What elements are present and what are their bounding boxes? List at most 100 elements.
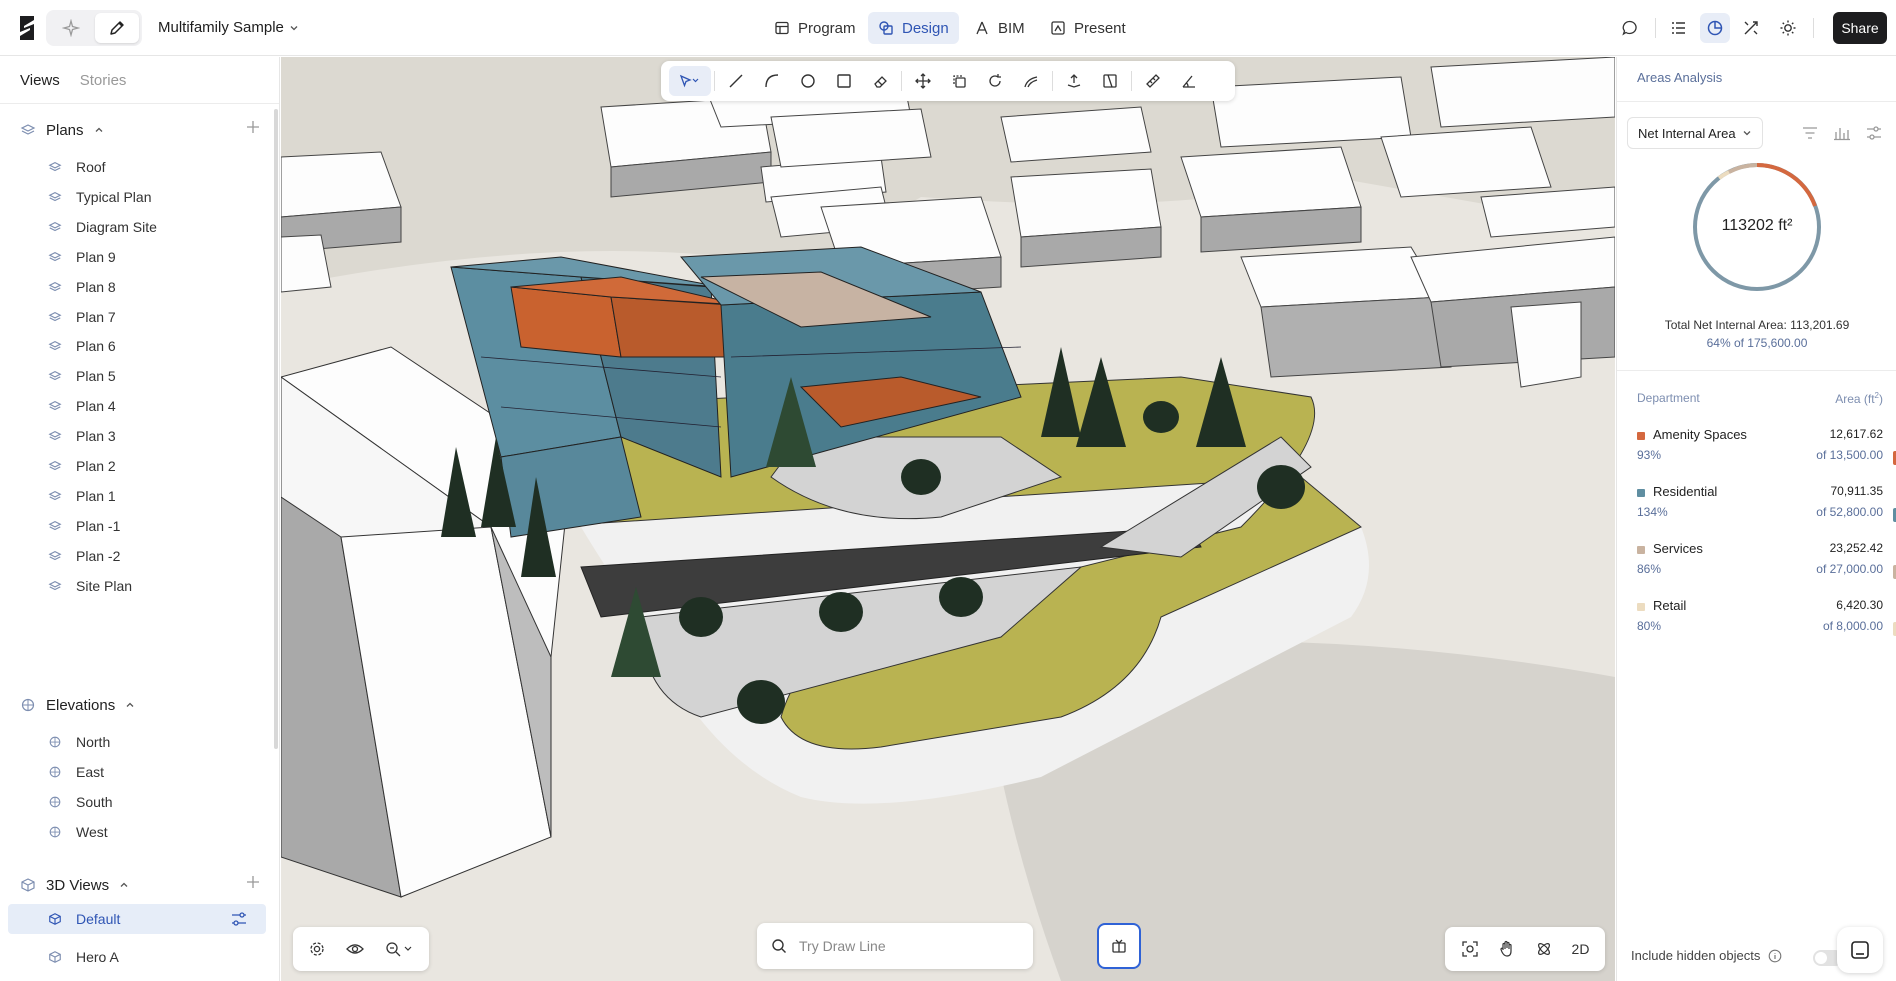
list-view-button[interactable] bbox=[1667, 16, 1691, 40]
plan-item[interactable]: Plan 6 bbox=[48, 331, 266, 361]
plan-item[interactable]: Plan 8 bbox=[48, 272, 266, 302]
present-icon bbox=[1051, 21, 1065, 35]
share-button[interactable]: Share bbox=[1833, 12, 1887, 44]
list-icon bbox=[1672, 22, 1685, 34]
offset-tool-button[interactable] bbox=[1013, 66, 1049, 96]
department-target: of 52,800.00 bbox=[1816, 505, 1883, 519]
rectangle-icon bbox=[837, 74, 851, 88]
plan-item[interactable]: Roof bbox=[48, 152, 266, 182]
tab-program[interactable]: Program bbox=[764, 12, 866, 44]
layers-icon bbox=[48, 311, 62, 321]
elevation-item-label: South bbox=[76, 794, 113, 810]
donut-total-label: 113202 ft² bbox=[1721, 217, 1793, 234]
plan-item[interactable]: Plan 3 bbox=[48, 421, 266, 451]
plan-item[interactable]: Plan 9 bbox=[48, 242, 266, 272]
analysis-button[interactable] bbox=[1700, 13, 1730, 43]
info-icon[interactable] bbox=[1768, 949, 1782, 963]
project-title: Multifamily Sample bbox=[158, 19, 284, 36]
department-percent: 134% bbox=[1637, 505, 1668, 519]
3d-scene[interactable] bbox=[281, 57, 1615, 981]
design-icon bbox=[879, 21, 893, 35]
project-title-dropdown[interactable]: Multifamily Sample bbox=[158, 19, 299, 36]
arc-tool-button[interactable] bbox=[754, 66, 790, 96]
view-item-hero-a[interactable]: Hero A bbox=[48, 942, 266, 972]
elevation-item[interactable]: East bbox=[48, 757, 266, 787]
elevation-item[interactable]: South bbox=[48, 787, 266, 817]
split-tool-button[interactable] bbox=[1092, 66, 1128, 96]
department-row[interactable]: Retail 80% 6,420.30 of 8,000.00 bbox=[1637, 598, 1883, 638]
target-icon bbox=[21, 698, 35, 712]
split-icon bbox=[1103, 74, 1117, 88]
section-elevations[interactable]: Elevations bbox=[20, 693, 260, 717]
screenshot-icon[interactable] bbox=[1461, 940, 1479, 958]
orbit-icon[interactable] bbox=[1535, 940, 1553, 958]
rotate-tool-button[interactable] bbox=[977, 66, 1013, 96]
plan-item[interactable]: Plan 2 bbox=[48, 451, 266, 481]
edit-mode-button[interactable] bbox=[95, 13, 139, 43]
filter-icon[interactable] bbox=[1801, 125, 1819, 141]
search-icon bbox=[772, 939, 786, 953]
plan-item[interactable]: Plan -2 bbox=[48, 541, 266, 571]
add-3d-view-icon[interactable] bbox=[245, 874, 261, 890]
line-tool-button[interactable] bbox=[718, 66, 754, 96]
elevation-item[interactable]: West bbox=[48, 817, 266, 847]
adjust-icon[interactable] bbox=[230, 911, 248, 927]
tools-button[interactable] bbox=[1739, 16, 1763, 40]
bar-chart-icon[interactable] bbox=[1833, 125, 1851, 141]
sidebar-scrollbar[interactable] bbox=[274, 109, 278, 749]
plan-item[interactable]: Plan 5 bbox=[48, 361, 266, 391]
angle-tool-button[interactable] bbox=[1171, 66, 1207, 96]
command-input[interactable] bbox=[799, 938, 1009, 954]
section-3d-views[interactable]: 3D Views bbox=[20, 873, 260, 897]
circle-tool-button[interactable] bbox=[790, 66, 826, 96]
department-row[interactable]: Amenity Spaces 93% 12,617.62 of 13,500.00 bbox=[1637, 427, 1883, 467]
theme-toggle-button[interactable] bbox=[1776, 16, 1800, 40]
tab-views[interactable]: Views bbox=[20, 72, 60, 89]
tab-design[interactable]: Design bbox=[868, 12, 959, 44]
view-item-default[interactable]: Default bbox=[8, 904, 266, 934]
copy-tool-button[interactable] bbox=[941, 66, 977, 96]
plan-item-label: Plan 4 bbox=[76, 398, 116, 415]
sparkle-mode-button[interactable] bbox=[49, 13, 93, 43]
plan-item[interactable]: Plan 7 bbox=[48, 302, 266, 332]
plan-item[interactable]: Plan -1 bbox=[48, 511, 266, 541]
app-logo[interactable] bbox=[16, 14, 38, 42]
settings-gear-icon[interactable] bbox=[308, 940, 326, 958]
chat-button[interactable] bbox=[1837, 927, 1883, 973]
department-row[interactable]: Services 86% 23,252.42 of 27,000.00 bbox=[1637, 541, 1883, 581]
sliders-icon[interactable] bbox=[1865, 125, 1883, 141]
toolbar-divider bbox=[901, 71, 902, 91]
metric-select[interactable]: Net Internal Area bbox=[1627, 117, 1763, 149]
tab-present[interactable]: Present bbox=[1040, 12, 1136, 44]
plan-item-label: Site Plan bbox=[76, 577, 133, 594]
extrude-tool-button[interactable] bbox=[1056, 66, 1092, 96]
pan-hand-icon[interactable] bbox=[1498, 940, 1516, 958]
angle-icon bbox=[1182, 75, 1195, 88]
comments-button[interactable] bbox=[1618, 16, 1642, 40]
plan-item[interactable]: Plan 1 bbox=[48, 481, 266, 511]
eye-icon[interactable] bbox=[345, 940, 365, 958]
tab-bim[interactable]: BIM bbox=[964, 12, 1035, 44]
eraser-tool-button[interactable] bbox=[862, 66, 898, 96]
rectangle-tool-button[interactable] bbox=[826, 66, 862, 96]
2d-toggle-button[interactable]: 2D bbox=[1572, 941, 1590, 957]
tab-stories[interactable]: Stories bbox=[80, 72, 127, 89]
plan-item[interactable]: Plan 4 bbox=[48, 391, 266, 421]
zoom-dropdown-icon[interactable] bbox=[384, 940, 414, 958]
plan-item[interactable]: Site Plan bbox=[48, 571, 266, 601]
section-plans[interactable]: Plans bbox=[20, 118, 260, 142]
ai-assistant-button[interactable] bbox=[1097, 923, 1141, 969]
move-tool-button[interactable] bbox=[905, 66, 941, 96]
arc-icon bbox=[765, 74, 779, 88]
3d-viewport[interactable]: 2D bbox=[281, 57, 1615, 981]
department-row[interactable]: Residential 134% 70,911.35 of 52,800.00 bbox=[1637, 484, 1883, 524]
elevation-item[interactable]: North bbox=[48, 727, 266, 757]
department-name: Services bbox=[1653, 541, 1703, 556]
add-plan-icon[interactable] bbox=[245, 119, 261, 135]
plan-item[interactable]: Typical Plan bbox=[48, 182, 266, 212]
command-search bbox=[757, 923, 1033, 969]
plan-item[interactable]: Diagram Site bbox=[48, 212, 266, 242]
measure-tool-button[interactable] bbox=[1135, 66, 1171, 96]
layers-icon bbox=[48, 401, 62, 411]
select-tool-button[interactable] bbox=[669, 66, 711, 96]
